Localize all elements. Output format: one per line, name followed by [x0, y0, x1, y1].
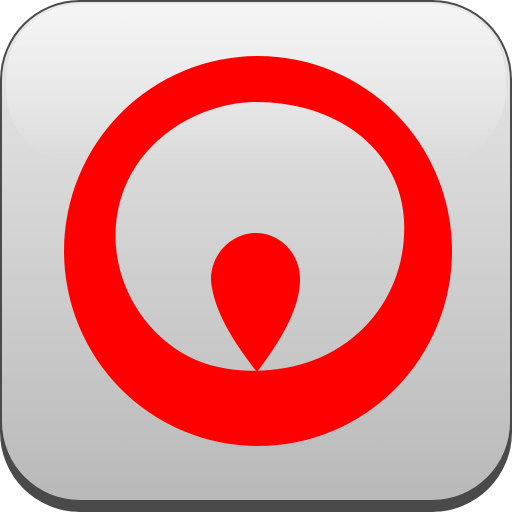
- app-icon[interactable]: [0, 0, 512, 512]
- app-icon-graphic: [0, 0, 512, 512]
- app-icon-canvas: [0, 0, 512, 512]
